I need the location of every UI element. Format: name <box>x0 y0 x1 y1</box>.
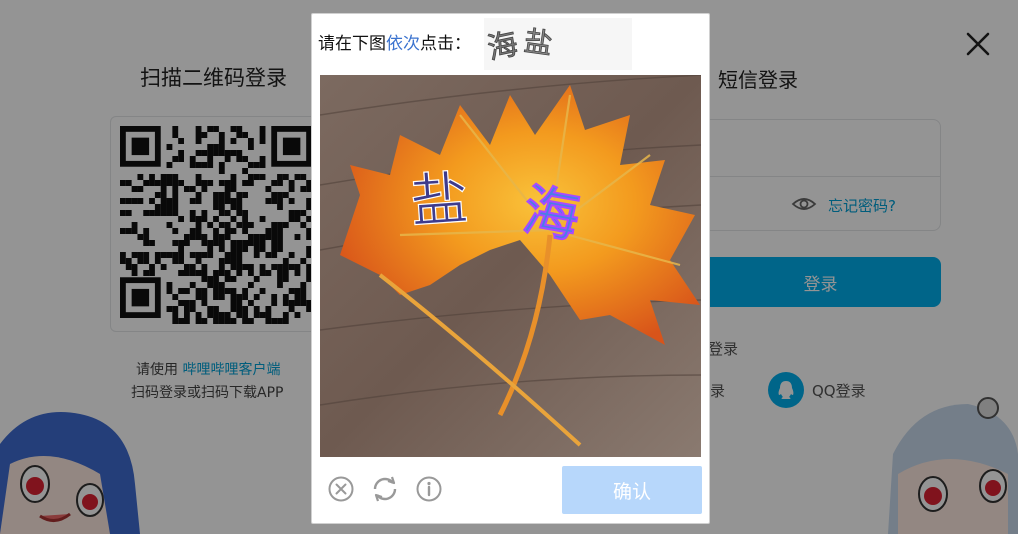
captcha-prompt: 请在下图依次点击： <box>318 29 471 54</box>
captcha-toolbar <box>327 475 443 503</box>
prompt-prefix: 请在下图 <box>318 34 386 54</box>
prompt-suffix: 点击： <box>420 34 471 54</box>
captcha-image[interactable]: 盐 海 <box>320 75 701 457</box>
close-icon[interactable] <box>327 475 355 503</box>
confirm-button[interactable]: 确认 <box>562 466 702 514</box>
captcha-target-sample: 海 盐 <box>484 18 632 70</box>
info-icon[interactable] <box>415 475 443 503</box>
target-char-2: 盐 <box>522 24 554 61</box>
captcha-dialog: 请在下图依次点击： 海 盐 盐 海 确认 <box>311 13 710 524</box>
captcha-char-hai: 海 <box>518 178 584 252</box>
captcha-char-yan: 盐 <box>408 164 471 236</box>
refresh-icon[interactable] <box>371 475 399 503</box>
prompt-highlight: 依次 <box>386 34 420 54</box>
target-char-1: 海 <box>484 27 521 67</box>
